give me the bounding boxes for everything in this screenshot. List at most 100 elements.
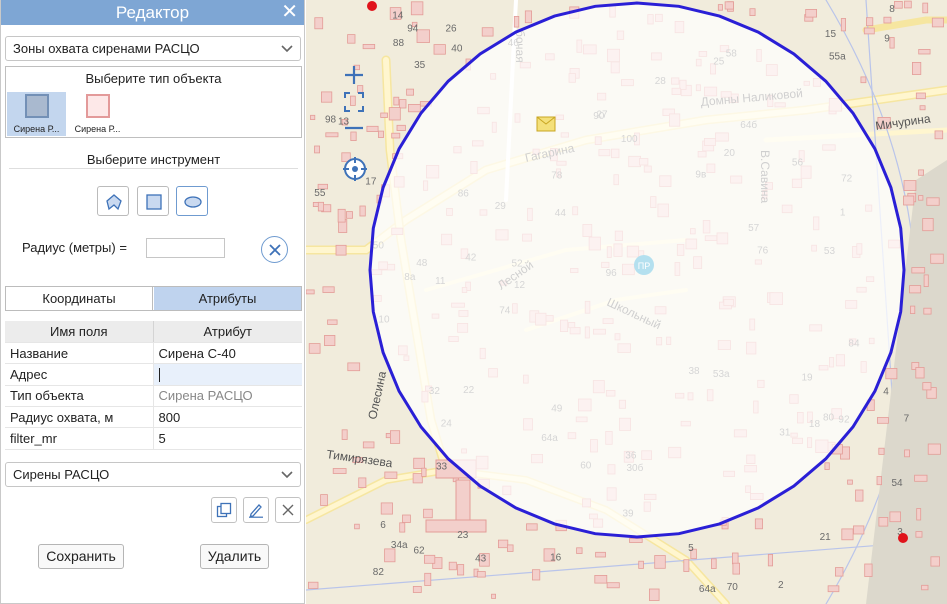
- object-select[interactable]: Сирены РАСЦО: [5, 462, 301, 487]
- building: [455, 479, 471, 521]
- attributes-table: Имя поля Атрибут Название Сирена С-40 Ад…: [5, 321, 302, 450]
- house-number: 14: [392, 10, 404, 21]
- building: [918, 195, 924, 201]
- building: [919, 105, 926, 111]
- layer-select[interactable]: Зоны охвата сиренами РАСЦО: [5, 36, 301, 61]
- delete-object-button[interactable]: [275, 497, 301, 523]
- zoom-out-icon[interactable]: [342, 116, 366, 140]
- building: [424, 554, 436, 564]
- field-name: Адрес: [5, 363, 154, 386]
- field-value-input[interactable]: 5: [153, 427, 302, 450]
- building: [855, 489, 864, 502]
- copy-button[interactable]: [211, 497, 237, 523]
- pencil-icon: [249, 504, 263, 518]
- building: [629, 538, 643, 543]
- building: [595, 551, 606, 558]
- building: [399, 522, 406, 533]
- building: [406, 88, 414, 96]
- house-number: 34а: [391, 540, 408, 551]
- house-number: 9: [884, 33, 890, 44]
- building: [308, 343, 321, 354]
- field-name: Радиус охвата, м: [5, 406, 154, 429]
- building: [926, 197, 940, 206]
- building: [362, 441, 375, 449]
- close-icon[interactable]: ✕: [281, 0, 298, 24]
- field-value-input[interactable]: Сирена С-40: [153, 342, 302, 365]
- field-name: Название: [5, 342, 154, 365]
- editor-panel: Редактор ✕ Зоны охвата сиренами РАСЦО Вы…: [0, 0, 305, 604]
- editor-title: Редактор: [115, 3, 190, 22]
- house-number: 64а: [699, 584, 716, 595]
- building: [606, 582, 620, 589]
- field-value-input[interactable]: [153, 363, 302, 386]
- table-row: filter_mr 5: [5, 427, 302, 450]
- field-value-input[interactable]: 800: [153, 406, 302, 429]
- siren-point-marker[interactable]: [367, 1, 377, 11]
- building: [885, 367, 898, 380]
- building: [654, 555, 666, 569]
- street-label: Тимирязева: [326, 447, 394, 470]
- building: [308, 581, 319, 589]
- edit-button[interactable]: [243, 497, 269, 523]
- building: [526, 523, 538, 531]
- building: [346, 211, 353, 219]
- house-number: 2: [778, 580, 784, 591]
- building: [491, 593, 496, 599]
- building: [731, 552, 739, 565]
- house-number: 35: [414, 60, 426, 71]
- building: [923, 274, 929, 287]
- table-row: Название Сирена С-40: [5, 342, 302, 365]
- house-number: 8: [889, 4, 895, 15]
- siren-point-marker[interactable]: [898, 533, 908, 543]
- map-canvas[interactable]: 72664а6062545650484022161084230б34а36294…: [306, 0, 947, 604]
- svg-text:ПР: ПР: [638, 261, 650, 271]
- house-number: 23: [457, 530, 469, 541]
- building: [390, 430, 401, 444]
- crosshair-icon[interactable]: [342, 156, 368, 182]
- building: [412, 473, 423, 484]
- building: [380, 112, 388, 118]
- building: [918, 49, 931, 55]
- house-number: 7: [904, 413, 910, 424]
- column-header-field: Имя поля: [5, 321, 154, 343]
- building: [683, 559, 690, 572]
- building: [915, 92, 926, 100]
- object-type-siren-selected[interactable]: Сирена Р...: [7, 92, 66, 136]
- house-number: 82: [373, 567, 385, 578]
- building: [388, 107, 401, 121]
- building: [724, 1, 734, 10]
- building: [358, 477, 367, 488]
- building: [476, 571, 486, 578]
- house-number: 43: [475, 554, 487, 565]
- ellipse-tool-button[interactable]: [176, 186, 208, 216]
- chevron-down-icon: [281, 471, 293, 479]
- polygon-tool-button[interactable]: [97, 186, 129, 216]
- map-view[interactable]: 72664а6062545650484022161084230б34а36294…: [306, 0, 947, 604]
- house-number: 21: [820, 532, 832, 543]
- radius-input[interactable]: [146, 238, 225, 258]
- building: [317, 201, 325, 212]
- building: [332, 468, 347, 474]
- building: [412, 586, 422, 593]
- building: [922, 2, 929, 14]
- building: [393, 96, 400, 106]
- building: [362, 44, 376, 50]
- street-label: Олесина: [365, 370, 389, 421]
- rectangle-tool-button[interactable]: [137, 186, 169, 216]
- building: [481, 27, 494, 37]
- delete-button[interactable]: Удалить: [200, 544, 269, 569]
- fit-extent-icon[interactable]: [342, 90, 366, 114]
- tab-coordinates[interactable]: Координаты: [6, 287, 153, 310]
- zoom-in-icon[interactable]: [342, 63, 366, 87]
- building: [878, 447, 885, 455]
- building: [921, 584, 929, 591]
- object-type-siren[interactable]: Сирена Р...: [68, 92, 127, 136]
- house-number: 62: [414, 546, 426, 557]
- save-button[interactable]: Сохранить: [38, 544, 124, 569]
- house-number: 15: [825, 29, 837, 40]
- building: [324, 334, 336, 346]
- building: [576, 547, 583, 554]
- object-type-label: Сирена Р...: [13, 124, 60, 134]
- tab-attributes[interactable]: Атрибуты: [154, 287, 301, 310]
- clear-radius-button[interactable]: [261, 236, 288, 263]
